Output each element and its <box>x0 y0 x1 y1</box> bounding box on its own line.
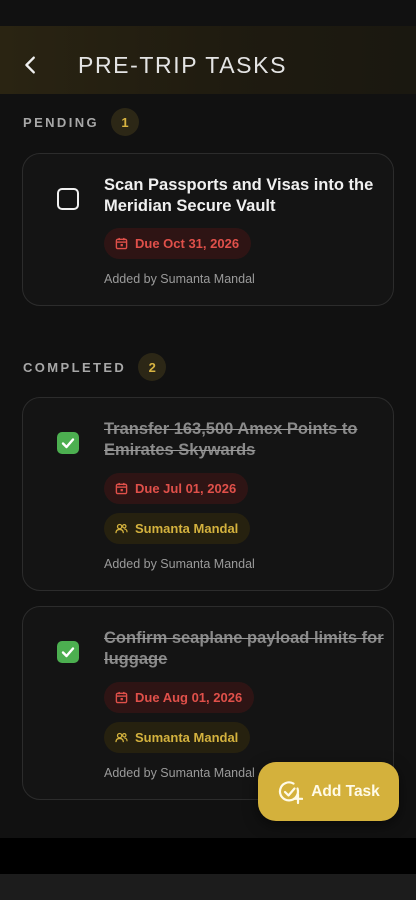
completed-count-badge: 2 <box>138 353 167 381</box>
calendar-icon <box>115 482 129 496</box>
task-checkbox-checked[interactable] <box>57 641 79 663</box>
assignee-chip: Sumanta Mandal <box>104 722 251 753</box>
task-card-completed-1[interactable]: Transfer 163,500 Amex Points to Emirates… <box>22 397 394 591</box>
assignee-name: Sumanta Mandal <box>135 521 239 536</box>
assignee-chip: Sumanta Mandal <box>104 513 251 544</box>
top-app-bar: PRE-TRIP TASKS <box>0 26 416 94</box>
people-icon <box>115 731 129 745</box>
pending-section-label: PENDING <box>23 114 100 130</box>
due-date-text: Due Jul 01, 2026 <box>135 481 237 496</box>
added-by-text: Added by Sumanta Mandal <box>104 272 255 286</box>
task-title: Transfer 163,500 Amex Points to Emirates… <box>104 420 358 459</box>
pending-section-header: PENDING 1 <box>23 108 140 136</box>
due-date-chip: Due Oct 31, 2026 <box>104 228 252 259</box>
completed-section-label: COMPLETED <box>23 359 127 375</box>
added-by-text: Added by Sumanta Mandal <box>104 766 255 780</box>
task-list: PENDING 1 Scan Passports and Visas into … <box>0 94 416 838</box>
add-task-label: Add Task <box>311 782 380 800</box>
check-icon <box>61 647 75 658</box>
home-indicator-area <box>0 874 416 900</box>
assignee-name: Sumanta Mandal <box>135 730 239 745</box>
added-by-text: Added by Sumanta Mandal <box>104 557 255 571</box>
people-icon <box>115 522 129 536</box>
back-button[interactable] <box>14 48 48 82</box>
pending-count-badge: 1 <box>111 108 140 136</box>
status-bar-area <box>0 0 416 26</box>
task-card-pending-1[interactable]: Scan Passports and Visas into the Meridi… <box>22 153 394 306</box>
completed-section-header: COMPLETED 2 <box>23 353 167 381</box>
task-title: Confirm seaplane payload limits for lugg… <box>104 629 384 668</box>
bottom-bar <box>0 838 416 874</box>
add-task-icon <box>279 780 304 804</box>
task-checkbox-checked[interactable] <box>57 432 79 454</box>
page-title: PRE-TRIP TASKS <box>78 52 288 78</box>
task-checkbox[interactable] <box>57 188 79 210</box>
due-date-text: Due Aug 01, 2026 <box>135 690 243 705</box>
due-date-chip: Due Aug 01, 2026 <box>104 682 255 713</box>
chevron-left-icon <box>25 56 35 74</box>
task-title: Scan Passports and Visas into the Meridi… <box>104 176 374 215</box>
due-date-text: Due Oct 31, 2026 <box>135 236 240 251</box>
calendar-icon <box>115 237 129 251</box>
due-date-chip: Due Jul 01, 2026 <box>104 473 249 504</box>
check-icon <box>61 438 75 449</box>
calendar-icon <box>115 691 129 705</box>
add-task-button[interactable]: Add Task <box>258 762 399 821</box>
